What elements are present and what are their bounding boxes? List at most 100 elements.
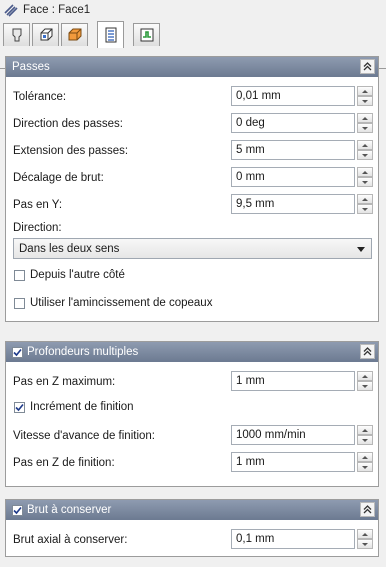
brut-axial-input[interactable]: 0,1 mm: [231, 529, 355, 549]
up-arrow-icon: [362, 374, 368, 378]
decalage-decrement-button[interactable]: [357, 177, 373, 187]
extension-spinbox: 5 mm: [231, 140, 376, 160]
tolerance-spinbox: 0,01 mm: [231, 86, 376, 106]
pas-z-fin-decrement-button[interactable]: [357, 462, 373, 472]
direction-select-value: Dans les deux sens: [19, 243, 120, 255]
passes-title: Passes: [12, 61, 50, 73]
checkmark-icon: [13, 348, 22, 356]
pas-y-decrement-button[interactable]: [357, 204, 373, 214]
tolerance-increment-button[interactable]: [357, 86, 373, 96]
up-arrow-icon: [362, 170, 368, 174]
down-arrow-icon: [362, 207, 368, 211]
direction-passes-spinbox: 0 deg: [231, 113, 376, 133]
decalage-increment-button[interactable]: [357, 167, 373, 177]
vitesse-increment-button[interactable]: [357, 425, 373, 435]
passes-icon: [105, 27, 116, 43]
direction-passes-input[interactable]: 0 deg: [231, 113, 355, 133]
vitesse-decrement-button[interactable]: [357, 435, 373, 445]
face-operation-icon: [4, 4, 18, 17]
vitesse-spinbox: 1000 mm/min: [231, 425, 376, 445]
decalage-row: Décalage de brut: 0 mm: [13, 167, 373, 189]
pas-z-fin-row: Pas en Z de finition: 1 mm: [13, 452, 373, 474]
amincissement-checkbox[interactable]: [14, 297, 25, 309]
chevrons-up-icon: [363, 505, 372, 514]
pas-z-max-label: Pas en Z maximum:: [13, 376, 116, 388]
operation-title: Face : Face1: [23, 4, 91, 16]
decalage-spinbox: 0 mm: [231, 167, 376, 187]
linking-icon: [140, 28, 153, 42]
tab-tool[interactable]: [3, 23, 30, 46]
pas-z-max-increment-button[interactable]: [357, 371, 373, 381]
extension-row: Extension des passes: 5 mm: [13, 140, 373, 162]
direction-select[interactable]: Dans les deux sens: [13, 238, 372, 259]
pas-z-fin-increment-button[interactable]: [357, 452, 373, 462]
tab-passes[interactable]: [97, 21, 124, 48]
down-arrow-icon: [362, 153, 368, 157]
down-arrow-icon: [362, 542, 368, 546]
brut-axial-spinbox: 0,1 mm: [231, 529, 376, 549]
brut-collapse-button[interactable]: [360, 502, 375, 517]
brut-checkbox[interactable]: [12, 504, 23, 516]
brut-axial-decrement-button[interactable]: [357, 539, 373, 549]
down-arrow-icon: [362, 438, 368, 442]
brut-axial-increment-button[interactable]: [357, 529, 373, 539]
pas-z-fin-input[interactable]: 1 mm: [231, 452, 355, 472]
up-arrow-icon: [362, 455, 368, 459]
extension-increment-button[interactable]: [357, 140, 373, 150]
title-bar: Face : Face1: [0, 0, 386, 20]
up-arrow-icon: [362, 197, 368, 201]
tolerance-decrement-button[interactable]: [357, 96, 373, 106]
decalage-input[interactable]: 0 mm: [231, 167, 355, 187]
decalage-label: Décalage de brut:: [13, 172, 104, 184]
pas-z-max-input[interactable]: 1 mm: [231, 371, 355, 391]
autre-cote-checkbox[interactable]: [14, 269, 25, 281]
pas-y-row: Pas en Y: 9,5 mm: [13, 194, 373, 216]
down-arrow-icon: [362, 465, 368, 469]
up-arrow-icon: [362, 143, 368, 147]
direction-label: Direction:: [13, 222, 62, 234]
autre-cote-row[interactable]: Depuis l'autre côté: [14, 269, 125, 281]
tab-stock[interactable]: [61, 23, 88, 46]
increment-row[interactable]: Incrément de finition: [14, 401, 134, 413]
pas-y-increment-button[interactable]: [357, 194, 373, 204]
profondeurs-header[interactable]: Profondeurs multiples: [6, 342, 378, 362]
vitesse-input[interactable]: 1000 mm/min: [231, 425, 355, 445]
tolerance-input[interactable]: 0,01 mm: [231, 86, 355, 106]
pas-y-label: Pas en Y:: [13, 199, 63, 211]
tolerance-row: Tolérance: 0,01 mm: [13, 86, 373, 108]
amincissement-row[interactable]: Utiliser l'amincissement de copeaux: [14, 297, 212, 309]
up-arrow-icon: [362, 89, 368, 93]
profondeurs-panel: Profondeurs multiples Pas en Z maximum: …: [5, 341, 379, 487]
extension-input[interactable]: 5 mm: [231, 140, 355, 160]
brut-header[interactable]: Brut à conserver: [6, 500, 378, 520]
passes-header[interactable]: Passes: [6, 57, 378, 77]
checkmark-icon: [15, 403, 24, 411]
tab-geometry[interactable]: [32, 23, 59, 46]
direction-passes-increment-button[interactable]: [357, 113, 373, 123]
direction-passes-decrement-button[interactable]: [357, 123, 373, 133]
tab-linking[interactable]: [133, 23, 160, 46]
up-arrow-icon: [362, 116, 368, 120]
pas-z-max-spinbox: 1 mm: [231, 371, 376, 391]
pas-z-max-decrement-button[interactable]: [357, 381, 373, 391]
down-arrow-icon: [362, 99, 368, 103]
stock-icon: [68, 28, 81, 41]
down-arrow-icon: [362, 126, 368, 130]
brut-axial-row: Brut axial à conserver: 0,1 mm: [13, 529, 373, 551]
passes-collapse-button[interactable]: [360, 59, 375, 74]
brut-panel: Brut à conserver Brut axial à conserver:…: [5, 499, 379, 557]
up-arrow-icon: [362, 428, 368, 432]
passes-panel: Passes Tolérance: 0,01 mm Direction des …: [5, 56, 379, 322]
down-arrow-icon: [362, 180, 368, 184]
profondeurs-title: Profondeurs multiples: [27, 346, 139, 358]
tool-icon: [12, 28, 21, 42]
geometry-icon: [40, 28, 52, 41]
chevrons-up-icon: [363, 347, 372, 356]
increment-checkbox[interactable]: [14, 401, 25, 413]
profondeurs-checkbox[interactable]: [12, 346, 23, 358]
increment-label: Incrément de finition: [30, 401, 134, 413]
profondeurs-collapse-button[interactable]: [360, 344, 375, 359]
vitesse-label: Vitesse d'avance de finition:: [13, 430, 155, 442]
extension-decrement-button[interactable]: [357, 150, 373, 160]
pas-y-input[interactable]: 9,5 mm: [231, 194, 355, 214]
